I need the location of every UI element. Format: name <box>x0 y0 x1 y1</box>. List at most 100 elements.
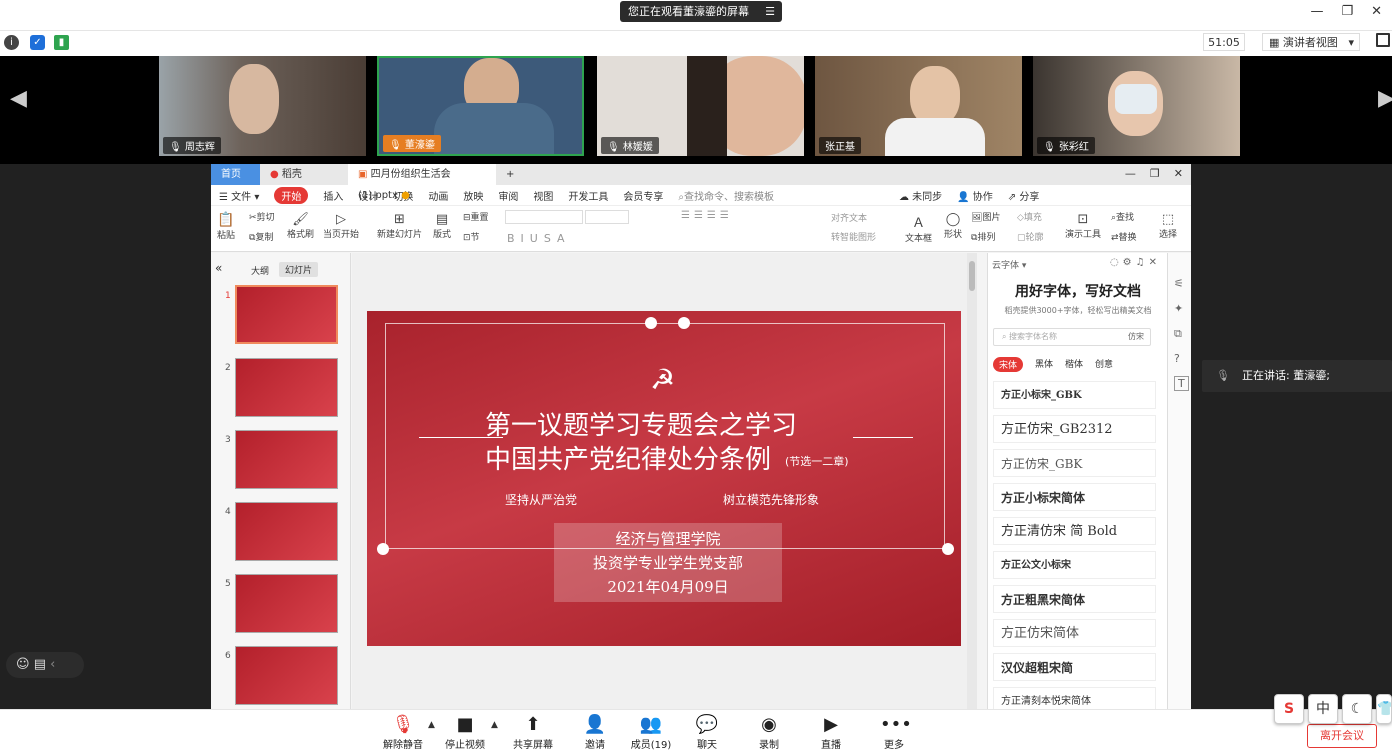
chat-button[interactable]: 💬 聊天 <box>694 714 720 751</box>
slide-thumb-2[interactable] <box>235 358 338 417</box>
font-item[interactable]: 方正清仿宋 简 Bold <box>993 517 1156 545</box>
category-hei[interactable]: 黑体 <box>1035 357 1053 372</box>
textbox-button[interactable]: Ａ 文本框 <box>905 212 932 244</box>
ime-skin-icon[interactable]: 👕 <box>1376 694 1392 724</box>
ime-moon-icon[interactable]: ☾ <box>1342 694 1372 724</box>
category-kai[interactable]: 楷体 <box>1065 357 1083 372</box>
participant-tile-3[interactable]: 🎙 林媛媛 <box>597 56 804 156</box>
menu-insert[interactable]: 插入 <box>323 188 343 203</box>
menu-developer[interactable]: 开发工具 <box>568 188 608 203</box>
cut-button[interactable]: ✂剪切 <box>249 210 275 223</box>
fill-button[interactable]: ◇填充 <box>1017 210 1042 223</box>
signal-icon[interactable]: ▮ <box>54 35 69 50</box>
menu-animation[interactable]: 动画 <box>428 188 448 203</box>
slide-thumb-4[interactable] <box>235 502 338 561</box>
new-tab-icon[interactable]: + <box>496 164 524 185</box>
record-button[interactable]: ◉ 录制 <box>756 714 782 751</box>
leave-meeting-button[interactable]: 离开会议 <box>1307 724 1377 748</box>
slide-thumb-6[interactable] <box>235 646 338 705</box>
section-button[interactable]: ⊡节 <box>463 230 480 243</box>
font-item[interactable]: 方正小标宋简体 <box>993 483 1156 511</box>
font-item[interactable]: 方正公文小标宋 <box>993 551 1156 579</box>
tab-slides[interactable]: 幻灯片 <box>279 262 319 277</box>
participant-tile-2[interactable]: 🎙 董濠鎏 <box>377 56 584 156</box>
paragraph-buttons[interactable]: ☰☰☰☰ <box>681 210 733 221</box>
emoji-icon[interactable]: ☺ <box>16 657 30 672</box>
collapse-arrow-icon[interactable]: ‹ <box>50 657 55 672</box>
participant-tile-4[interactable]: 张正基 <box>815 56 1022 156</box>
more-button[interactable]: ••• 更多 <box>880 714 912 751</box>
collapse-icon[interactable]: « <box>215 261 222 275</box>
image-button[interactable]: 🖼图片 <box>971 210 1000 223</box>
new-slide-button[interactable]: ⊞ 新建幻灯片 <box>377 212 422 240</box>
tab-outline[interactable]: 大纲 <box>251 264 269 277</box>
font-style-buttons[interactable]: BIUSA <box>507 232 571 245</box>
canvas-scrollbar[interactable] <box>967 253 977 709</box>
view-mode-select[interactable]: ▦ 演讲者视图 ▾ <box>1262 33 1360 51</box>
selection-handle[interactable] <box>942 543 954 555</box>
members-button[interactable]: 👥 成员(19) <box>630 714 672 751</box>
menu-icon[interactable]: ☰ <box>765 1 775 22</box>
selection-handle[interactable] <box>377 543 389 555</box>
restore-icon[interactable]: ❐ <box>1341 4 1353 19</box>
play-from-current-button[interactable]: ▷ 当页开始 <box>323 212 359 240</box>
tab-home[interactable]: 首页 <box>211 164 260 185</box>
selection-handle[interactable] <box>645 317 657 329</box>
menu-slideshow[interactable]: 放映 <box>463 188 483 203</box>
find-button[interactable]: ⌕查找 <box>1111 210 1134 223</box>
share-banner[interactable]: 您正在观看董濠鎏的屏幕 ☰ <box>620 1 782 22</box>
tab-docer[interactable]: ● 稻壳 <box>260 164 348 185</box>
smartart-button[interactable]: 转智能图形 <box>831 230 876 243</box>
live-button[interactable]: ▶ 直播 <box>818 714 844 751</box>
panel-header[interactable]: 云字体 ▾ <box>992 258 1026 271</box>
minimize-icon[interactable]: — <box>1125 167 1136 180</box>
font-item[interactable]: 方正仿宋简体 <box>993 619 1156 647</box>
command-search[interactable]: ⌕查找命令、搜索模板 <box>678 188 774 203</box>
collab-button[interactable]: 👤 协作 <box>957 188 993 203</box>
participant-tile-1[interactable]: 🎙 周志辉 <box>159 56 366 156</box>
slide-thumb-5[interactable] <box>235 574 338 633</box>
ime-chinese-toggle[interactable]: 中 <box>1308 694 1338 724</box>
menu-review[interactable]: 审阅 <box>498 188 518 203</box>
menu-member[interactable]: 会员专享 <box>623 188 663 203</box>
restore-icon[interactable]: ❐ <box>1150 167 1160 180</box>
selection-handle[interactable] <box>678 317 690 329</box>
stop-video-button[interactable]: ■ 停止视频 <box>444 714 486 751</box>
side-tool-icons[interactable]: ⚟ ✦ ⧉? T <box>1168 253 1191 396</box>
chevron-up-icon[interactable]: ▲ <box>428 720 435 730</box>
unmute-button[interactable]: 🎙 解除静音 <box>382 714 424 751</box>
sync-status[interactable]: ☁ 未同步 <box>899 188 942 203</box>
invite-button[interactable]: 👤 邀请 <box>580 714 610 751</box>
arrange-button[interactable]: ⧉排列 <box>971 230 995 243</box>
font-item[interactable]: 方正清刻本悦宋简体 <box>993 687 1156 709</box>
category-creative[interactable]: 创意 <box>1095 357 1113 372</box>
tab-document[interactable]: ▣ 四月份组织生活会(1).pptx ● <box>348 164 496 201</box>
ime-sogou-icon[interactable]: S <box>1274 694 1304 724</box>
paste-button[interactable]: 📋 粘贴 <box>217 212 235 241</box>
menu-file[interactable]: ☰ 文件 ▾ <box>219 188 259 203</box>
info-icon[interactable]: i <box>4 35 19 50</box>
copy-button[interactable]: ⧉复制 <box>249 230 273 243</box>
prev-arrow-icon[interactable]: ◀ <box>10 86 27 111</box>
present-tools-button[interactable]: ⊡ 演示工具 <box>1065 212 1101 240</box>
font-item[interactable]: 方正仿宋_GB2312 <box>993 415 1156 443</box>
slide-1[interactable]: ☭ 第一议题学习专题会之学习 中国共产党纪律处分条例 (节选一二章) 坚持从严治… <box>367 311 961 646</box>
align-text-button[interactable]: 对齐文本 <box>831 211 867 224</box>
select-button[interactable]: ⬚ 选择 <box>1159 212 1177 240</box>
font-item[interactable]: 方正小标宋_GBK <box>993 381 1156 409</box>
format-painter-button[interactable]: 🖌 格式刷 <box>287 212 314 240</box>
shield-icon[interactable]: ✓ <box>30 35 45 50</box>
slide-thumb-1[interactable] <box>235 285 338 344</box>
close-icon[interactable]: ✕ <box>1174 167 1183 180</box>
participant-tile-5[interactable]: 🎙 张彩红 <box>1033 56 1240 156</box>
font-search-tag[interactable]: 仿宋 <box>1128 329 1144 345</box>
menu-view[interactable]: 视图 <box>533 188 553 203</box>
fullscreen-icon[interactable] <box>1376 33 1390 47</box>
slide-thumb-3[interactable] <box>235 430 338 489</box>
category-song[interactable]: 宋体 <box>993 357 1024 372</box>
font-item[interactable]: 方正仿宋_GBK <box>993 449 1156 477</box>
menu-start[interactable]: 开始 <box>274 186 309 204</box>
shape-button[interactable]: ◯ 形状 <box>944 212 962 240</box>
outline-button[interactable]: ▢轮廓 <box>1017 230 1044 243</box>
font-size-select[interactable] <box>585 210 629 224</box>
